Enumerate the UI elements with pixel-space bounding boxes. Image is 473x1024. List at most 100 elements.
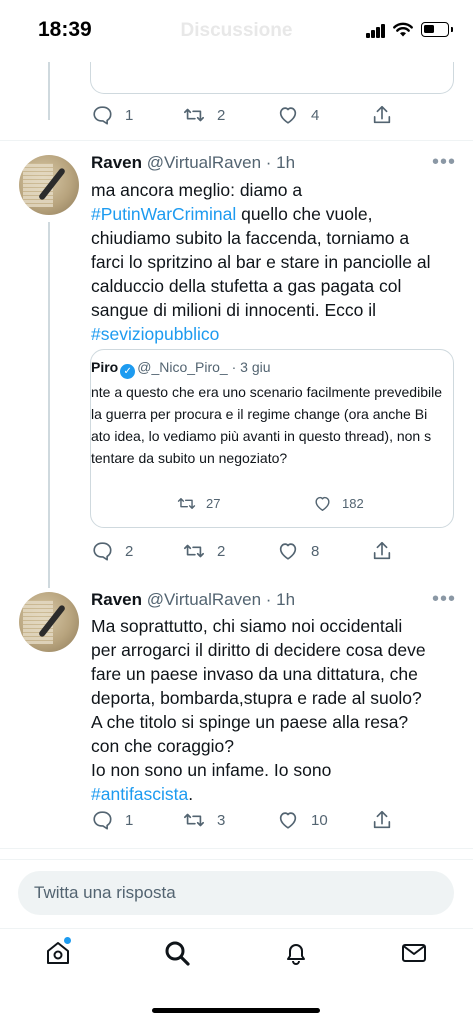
retweet-count: 2 [217,106,226,124]
bottom-nav [0,928,473,984]
avatar[interactable] [19,155,79,215]
retweet-button[interactable]: 2 [183,103,225,127]
quote-handle-time: @_Nico_Piro_ · 3 giu [137,359,271,375]
notification-dot [64,937,71,944]
tweet-line: sangue di milioni di innocenti. Ecco il [91,300,377,320]
share-icon [373,541,391,560]
author-name[interactable]: Raven [91,590,142,609]
heart-icon [279,543,297,560]
hashtag-link[interactable]: #PutinWarCriminal [91,204,236,224]
tweet-line: ma ancora meglio: diamo a [91,180,303,200]
reply-icon [93,542,112,561]
like-button[interactable]: 4 [277,103,319,127]
reply-icon [93,106,112,125]
reply-icon [93,811,112,830]
tweet-line: Ma soprattutto, chi siamo noi occidental… [91,616,403,636]
thread-line [48,222,50,588]
nav-messages[interactable] [400,939,432,971]
status-time: 18:39 [38,18,92,41]
tweet-header: Raven @VirtualRaven · 1h [91,153,295,173]
quote-text: nte a questo che era uno scenario facilm… [91,381,442,469]
heart-icon [279,107,297,124]
hashtag-link[interactable]: #seviziopubblico [91,324,219,344]
separator [0,848,473,849]
tweet-actions: 1 3 10 [91,808,411,832]
battery-icon [421,22,453,37]
retweet-icon [177,497,196,509]
quote-line: ato idea, lo vediamo più avanti in quest… [91,428,432,444]
quote-line: nte a questo che era uno scenario facilm… [91,384,442,400]
quote-retweet-count: 27 [206,495,221,511]
thread-line [48,60,50,120]
tweet-actions: 2 2 8 [91,539,411,563]
heart-icon [315,496,330,511]
reply-count: 1 [125,106,134,124]
retweet-count: 2 [217,542,226,560]
tweet-line: con che coraggio? [91,736,235,756]
reply-button[interactable]: 2 [91,539,133,563]
share-button[interactable] [371,103,393,127]
quote-retweet-stat: 27 [177,491,220,515]
retweet-button[interactable]: 2 [183,539,225,563]
separator [0,140,473,141]
status-bar: Discussione 18:39 [0,0,473,62]
tweet-line: farci lo spritzino al bar e stare in pan… [91,252,431,272]
tweet-line: #antifascista. [91,784,194,804]
tweet-line: calduccio della stufetta a gas pagata co… [91,276,402,296]
quote-like-count: 182 [342,495,364,511]
retweet-icon [184,544,204,558]
share-icon [373,105,391,124]
tweet-line: deporta, bombarda,stupra e rade al suolo… [91,688,422,708]
quote-author-name: Piro [91,359,119,375]
quote-header: Piro ✓ @_Nico_Piro_ · 3 giu [91,359,271,379]
search-icon [165,941,190,966]
hashtag-link[interactable]: #antifascista [91,784,188,804]
tweet-line: #seviziopubblico [91,322,461,346]
tweet-line: A che titolo si spinge un paese alla res… [91,712,409,732]
more-options-icon[interactable]: ••• [432,588,456,611]
quote-actions: 27 182 [177,491,437,513]
quoted-tweet-card[interactable]: Piro ✓ @_Nico_Piro_ · 3 giu nte a questo c… [90,349,454,528]
like-count: 8 [311,542,320,560]
messages-icon [402,944,426,962]
quote-line: tentare da subito un negoziato? [91,450,288,466]
avatar[interactable] [19,592,79,652]
tweet-line: #PutinWarCriminal quello che vuole, [91,204,373,224]
quote-line: la guerra per procura e il regime change… [91,406,428,422]
reply-count: 2 [125,542,134,560]
heart-icon [279,812,297,829]
tweet-header: Raven @VirtualRaven · 1h [91,590,295,610]
more-options-icon[interactable]: ••• [432,151,456,174]
separator [0,859,473,860]
tweet-line: Io non sono un infame. Io sono [91,760,332,780]
share-button[interactable] [371,539,393,563]
notifications-icon [287,944,305,965]
like-button[interactable]: 8 [277,539,319,563]
retweet-icon [184,108,204,122]
tweet-actions: 1 2 4 [91,103,411,127]
author-handle-time: @VirtualRaven · 1h [146,590,296,609]
verified-badge-icon: ✓ [120,364,136,379]
wifi-icon [393,21,413,37]
reply-button[interactable]: 1 [91,103,133,127]
like-button[interactable]: 10 [277,808,328,832]
nav-search[interactable] [163,939,195,971]
retweet-button[interactable]: 3 [183,808,225,832]
nav-notifications[interactable] [282,939,314,971]
reply-button[interactable]: 1 [91,808,133,832]
tweet-line: fare un paese invaso da una dittatura, c… [91,664,418,684]
retweet-count: 3 [217,811,226,829]
tweet-line: per arrogarci il diritto di decidere cos… [91,640,426,660]
share-icon [373,810,391,829]
reply-count: 1 [125,811,134,829]
share-button[interactable] [371,808,393,832]
reply-placeholder: Twitta una risposta [34,883,176,902]
tweet-text: ma ancora meglio: diamo a #PutinWarCrimi… [91,178,461,346]
author-name[interactable]: Raven [91,153,142,172]
quote-like-stat: 182 [313,491,364,515]
reply-input[interactable]: Twitta una risposta [18,871,454,915]
like-count: 10 [311,811,328,829]
author-handle-time: @VirtualRaven · 1h [146,153,296,172]
retweet-icon [184,813,204,827]
nav-home[interactable] [44,937,76,971]
